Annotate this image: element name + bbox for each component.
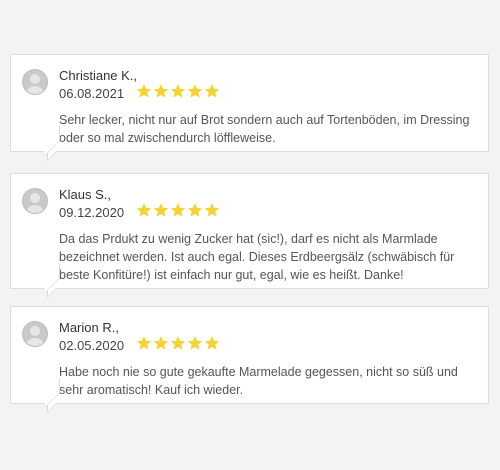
star-icon [153,202,169,218]
review-author: Christiane K., [59,68,138,83]
star-icon [204,83,220,99]
review-card: Marion R., 02.05.2020 Habe noch nie so g… [10,306,489,413]
review-author: Marion R., [59,320,119,335]
star-icon [170,335,186,351]
review-author: Klaus S., [59,187,112,202]
avatar-icon [22,321,48,347]
avatar-icon [22,188,48,214]
star-icon [136,202,152,218]
avatar-icon [22,69,48,95]
star-icon [170,83,186,99]
review-card: Christiane K., 06.08.2021 Sehr lecker, n… [10,54,489,161]
star-icon [204,202,220,218]
star-icon [187,335,203,351]
review-text: Habe noch nie so gute gekaufte Marmelade… [59,365,458,397]
review-date: 06.08.2021 [59,86,125,101]
star-icon [136,83,152,99]
review-text: Sehr lecker, nicht nur auf Brot sondern … [59,113,470,145]
star-icon [187,202,203,218]
star-icon [204,335,220,351]
star-icon [170,202,186,218]
star-rating [136,335,220,351]
star-icon [153,83,169,99]
star-rating [136,202,220,218]
review-card: Klaus S., 09.12.2020 Da das Prdukt zu we… [10,173,489,298]
star-icon [187,83,203,99]
review-date: 09.12.2020 [59,205,125,220]
star-icon [153,335,169,351]
review-text: Da das Prdukt zu wenig Zucker hat (sic!)… [59,232,455,282]
review-date: 02.05.2020 [59,338,125,353]
star-rating [136,83,220,99]
star-icon [136,335,152,351]
